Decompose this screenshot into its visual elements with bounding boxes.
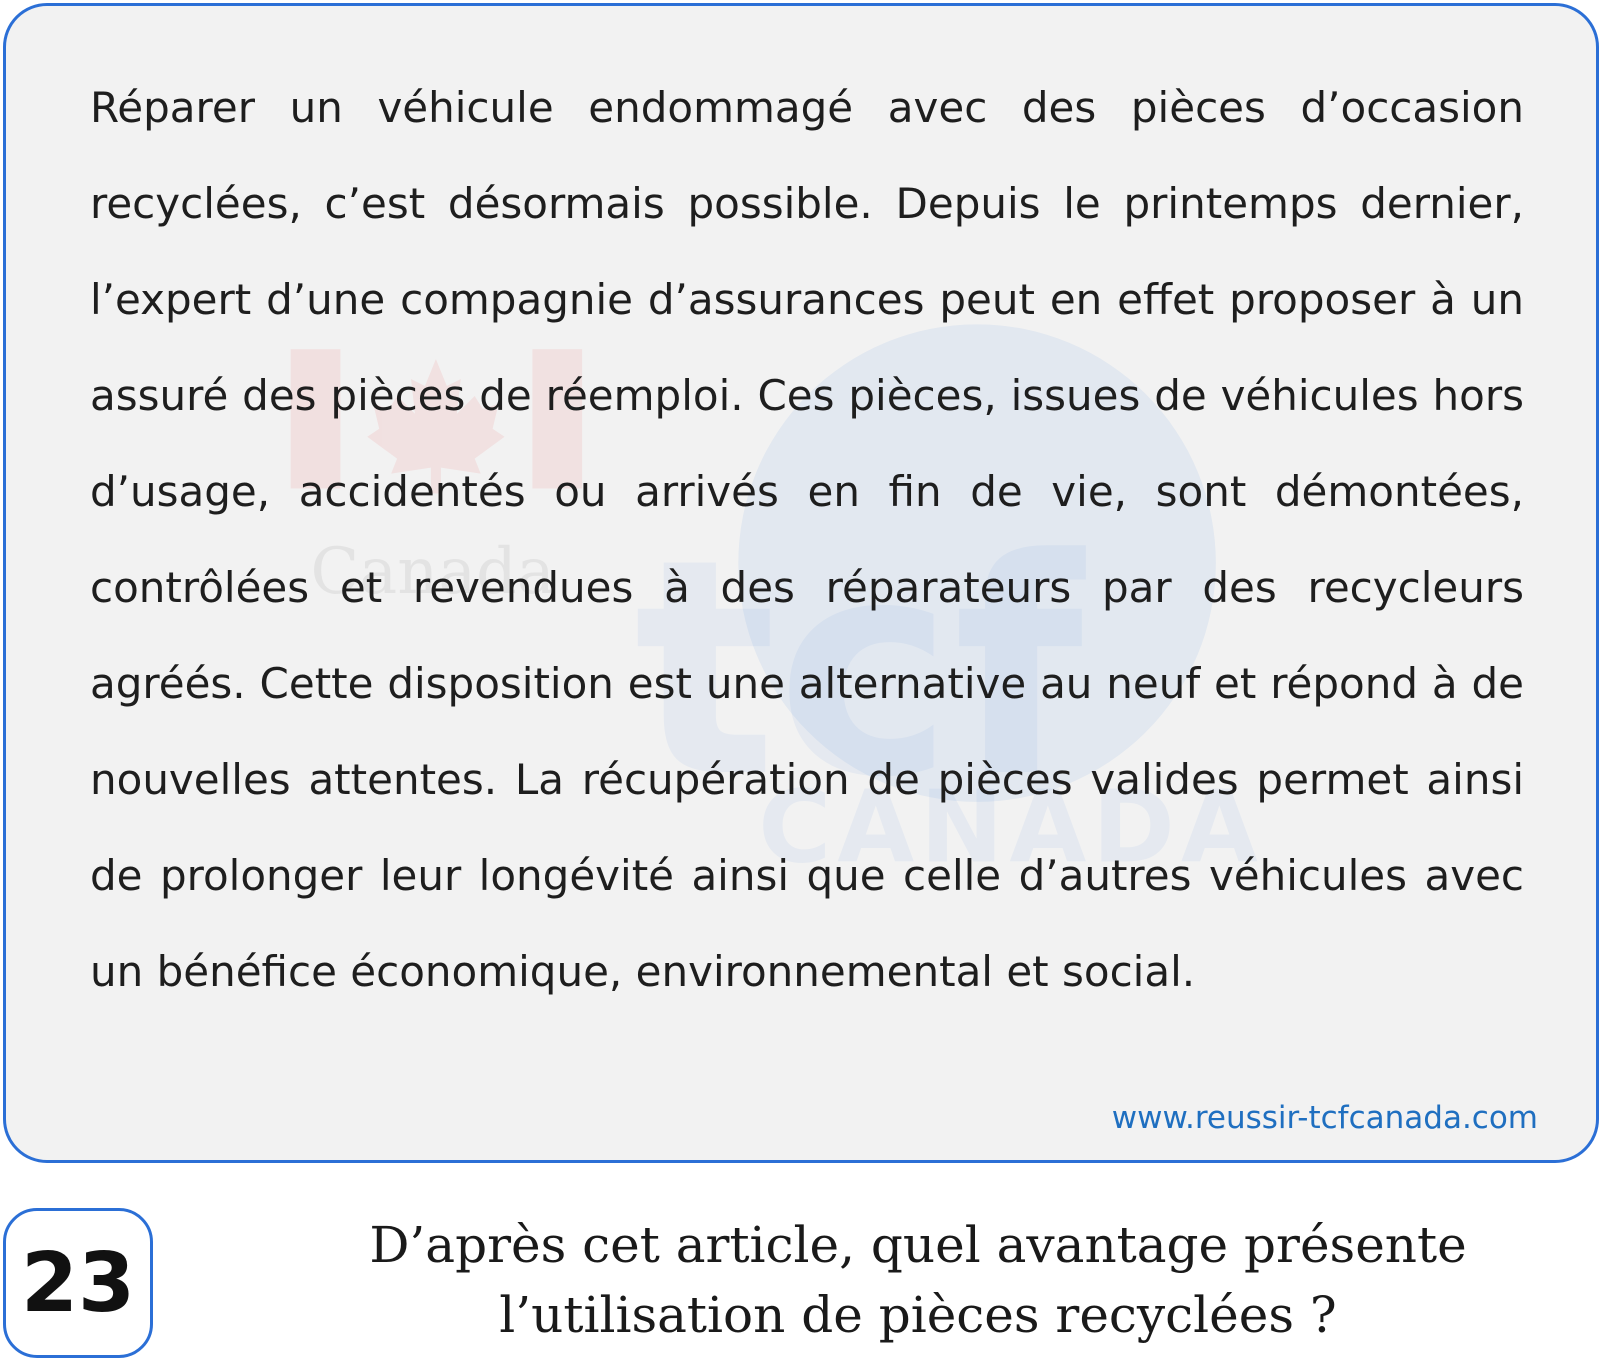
question-text: D’après cet article, quel avantage prése… — [300, 1210, 1536, 1350]
question-line-1: D’après cet article, quel avantage prése… — [369, 1216, 1467, 1274]
question-line-2: l’utilisation de pièces recyclées ? — [499, 1286, 1337, 1344]
article-box: tcf CANADA Canada Réparer un véhicule en… — [3, 3, 1599, 1163]
source-link[interactable]: www.reussir-tcfcanada.com — [1112, 1100, 1538, 1136]
question-number: 23 — [20, 1235, 136, 1331]
article-text: Réparer un véhicule endommagé avec des p… — [90, 83, 1524, 996]
question-number-badge: 23 — [3, 1208, 153, 1358]
